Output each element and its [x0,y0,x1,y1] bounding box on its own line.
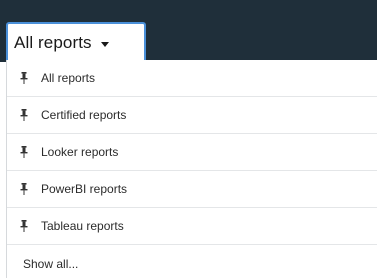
dropdown-label: All reports [14,33,92,52]
show-all-link[interactable]: Show all... [7,245,377,278]
pin-icon [20,72,28,84]
reports-dropdown-menu: All reports Certified reports Looker rep… [6,60,377,278]
pin-icon [20,183,28,195]
menu-item-certified-reports[interactable]: Certified reports [7,97,377,134]
pin-icon [20,146,28,158]
menu-item-label: Certified reports [41,108,127,122]
menu-item-looker-reports[interactable]: Looker reports [7,134,377,171]
menu-item-label: Looker reports [41,145,119,159]
menu-item-powerbi-reports[interactable]: PowerBI reports [7,171,377,208]
page: All reports All reports Certified report… [0,0,377,278]
menu-item-label: PowerBI reports [41,182,128,196]
menu-item-label: Tableau reports [41,219,124,233]
menu-item-all-reports[interactable]: All reports [7,60,377,97]
reports-dropdown-button[interactable]: All reports [6,22,146,62]
show-all-label: Show all... [23,256,79,271]
caret-down-icon [100,41,109,47]
menu-item-label: All reports [41,71,96,85]
pin-icon [20,109,28,121]
pin-icon [20,220,28,232]
menu-item-tableau-reports[interactable]: Tableau reports [7,208,377,245]
